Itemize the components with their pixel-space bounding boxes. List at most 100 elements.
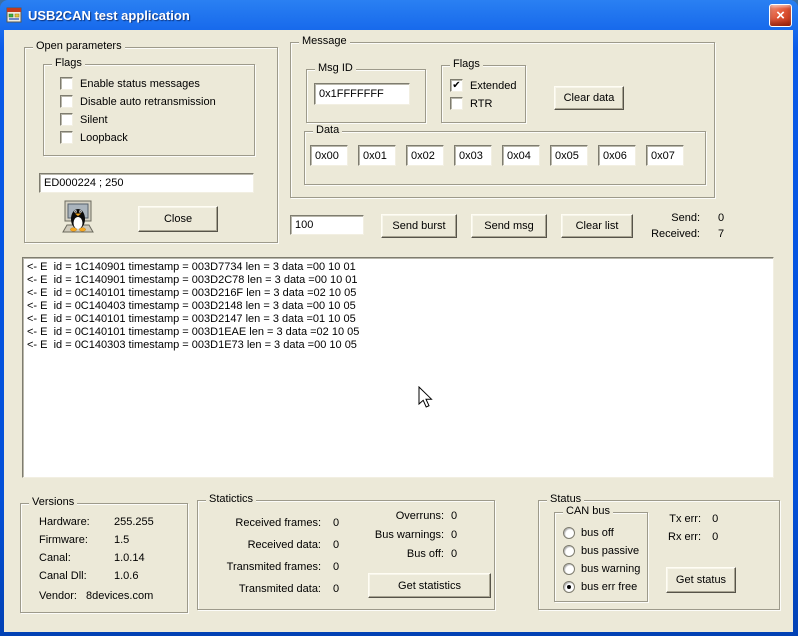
message-list-item[interactable]: <- E id = 0C140403 timestamp = 003D2148 … xyxy=(27,300,769,313)
radio-row-bus-off: bus off xyxy=(563,526,640,539)
can-bus-title: CAN bus xyxy=(563,505,613,518)
message-flags-group: Flags ✔ExtendedRTR xyxy=(441,65,526,123)
disable-auto-retransmission-checkbox[interactable] xyxy=(60,95,73,108)
radio-label: bus err free xyxy=(581,581,637,593)
message-flags-list: ✔Extended RTR xyxy=(450,79,516,115)
message-list-item[interactable]: <- E id = 0C140101 timestamp = 003D216F … xyxy=(27,287,769,300)
title-bar[interactable]: USB2CAN test application × xyxy=(0,0,798,30)
tx-err-value: 0 xyxy=(712,513,718,525)
tx-err-label: Tx err: xyxy=(659,513,701,525)
vendor-value: 8devices.com xyxy=(86,590,153,602)
window-close-button[interactable]: × xyxy=(769,4,792,27)
received-count-value: 7 xyxy=(718,226,724,242)
close-button[interactable]: Close xyxy=(138,206,218,232)
send-counters: Send: 0 Received: 7 xyxy=(608,210,748,242)
message-list[interactable]: <- E id = 1C140901 timestamp = 003D7734 … xyxy=(22,257,774,478)
silent-checkbox[interactable] xyxy=(60,113,73,126)
canbus-radio-list: bus off bus passive bus warning bus err fre… xyxy=(563,526,640,598)
bus-passive-radio[interactable] xyxy=(563,545,575,557)
burst-count-input[interactable] xyxy=(290,215,364,235)
statistics-title: Statictics xyxy=(206,493,256,506)
radio-label: bus passive xyxy=(581,545,639,557)
stat-label: Received data: xyxy=(208,539,321,551)
open-parameters-title: Open parameters xyxy=(33,40,125,53)
app-window: USB2CAN test application × Open paramete… xyxy=(0,0,798,636)
data-byte-input-6[interactable] xyxy=(598,145,636,166)
bus-err-free-radio[interactable] xyxy=(563,581,575,593)
version-label: Firmware: xyxy=(39,534,114,546)
checkbox-row-rtr: RTR xyxy=(450,97,516,110)
get-status-button[interactable]: Get status xyxy=(666,567,736,593)
checkbox-label: Loopback xyxy=(80,132,128,144)
stat-label: Received frames: xyxy=(208,517,321,529)
radio-row-bus-passive: bus passive xyxy=(563,544,640,557)
penguin-icon xyxy=(59,199,97,237)
message-group: Message Msg ID Flags ✔ExtendedRTR Clear … xyxy=(290,42,715,198)
message-list-item[interactable]: <- E id = 1C140901 timestamp = 003D2C78 … xyxy=(27,274,769,287)
message-list-item[interactable]: <- E id = 0C140303 timestamp = 003D1E73 … xyxy=(27,339,769,352)
checkbox-row-extended: ✔Extended xyxy=(450,79,516,92)
version-row: Canal Dll:1.0.6 xyxy=(39,570,181,588)
version-label: Canal Dll: xyxy=(39,570,114,582)
stat-row-bus-warnings-: Bus warnings:0 xyxy=(328,529,457,548)
clear-data-button[interactable]: Clear data xyxy=(554,86,624,110)
send-burst-button[interactable]: Send burst xyxy=(381,214,457,238)
statistics-right-rows: Overruns:0Bus warnings:0Bus off:0 xyxy=(328,510,457,567)
checkbox-label: Silent xyxy=(80,114,108,126)
version-row: Canal:1.0.14 xyxy=(39,552,181,570)
loopback-checkbox[interactable] xyxy=(60,131,73,144)
stat-value: 0 xyxy=(451,529,457,541)
rx-err-value: 0 xyxy=(712,531,718,543)
versions-group: Versions Hardware:255.255Firmware:1.5Can… xyxy=(20,503,188,613)
statistics-left-rows: Received frames:0Received data:0Transmit… xyxy=(208,517,339,605)
radio-row-bus-warning: bus warning xyxy=(563,562,640,575)
data-title: Data xyxy=(313,124,342,137)
stat-row-transmited-frames-: Transmited frames:0 xyxy=(208,561,339,583)
stat-label: Transmited frames: xyxy=(208,561,321,573)
extended-checkbox[interactable]: ✔ xyxy=(450,79,463,92)
open-flags-group: Flags Enable status messagesDisable auto… xyxy=(43,64,255,156)
data-byte-input-1[interactable] xyxy=(358,145,396,166)
open-flags-title: Flags xyxy=(52,57,85,70)
stat-value: 0 xyxy=(451,510,457,522)
message-list-item[interactable]: <- E id = 1C140901 timestamp = 003D7734 … xyxy=(27,261,769,274)
bus-warning-radio[interactable] xyxy=(563,563,575,575)
device-field[interactable] xyxy=(39,173,254,193)
stat-row-bus-off-: Bus off:0 xyxy=(328,548,457,567)
can-bus-group: CAN bus bus offbus passivebus warningbus… xyxy=(554,512,648,602)
enable-status-messages-checkbox[interactable] xyxy=(60,77,73,90)
msg-id-input[interactable] xyxy=(314,83,410,105)
checkbox-label: Disable auto retransmission xyxy=(80,96,216,108)
get-statistics-button[interactable]: Get statistics xyxy=(368,573,491,598)
data-byte-input-3[interactable] xyxy=(454,145,492,166)
data-byte-input-2[interactable] xyxy=(406,145,444,166)
rx-err-label: Rx err: xyxy=(659,531,701,543)
version-row: Firmware:1.5 xyxy=(39,534,181,552)
rtr-checkbox[interactable] xyxy=(450,97,463,110)
error-counters: Tx err: 0 Rx err: 0 xyxy=(659,513,718,549)
message-flags-title: Flags xyxy=(450,58,483,71)
vendor-label: Vendor: xyxy=(39,590,77,602)
stat-label: Overruns: xyxy=(328,510,444,522)
stat-label: Transmited data: xyxy=(208,583,321,595)
message-list-item[interactable]: <- E id = 0C140101 timestamp = 003D2147 … xyxy=(27,313,769,326)
version-value: 1.5 xyxy=(114,534,129,546)
status-group: Status CAN bus bus offbus passivebus war… xyxy=(538,500,780,610)
version-value: 1.0.14 xyxy=(114,552,145,564)
send-count-label: Send: xyxy=(608,210,700,226)
data-byte-input-7[interactable] xyxy=(646,145,684,166)
checkbox-label: RTR xyxy=(470,98,492,110)
checkbox-row-loopback: Loopback xyxy=(60,131,216,144)
message-list-item[interactable]: <- E id = 0C140101 timestamp = 003D1EAE … xyxy=(27,326,769,339)
data-byte-input-4[interactable] xyxy=(502,145,540,166)
send-msg-button[interactable]: Send msg xyxy=(471,214,547,238)
version-label: Canal: xyxy=(39,552,114,564)
data-byte-input-0[interactable] xyxy=(310,145,348,166)
app-icon xyxy=(6,7,22,23)
bus-off-radio[interactable] xyxy=(563,527,575,539)
radio-row-bus-err-free: bus err free xyxy=(563,580,640,593)
version-label: Hardware: xyxy=(39,516,114,528)
data-byte-input-5[interactable] xyxy=(550,145,588,166)
message-title: Message xyxy=(299,35,350,48)
checkbox-row-disable-auto-retransmission: Disable auto retransmission xyxy=(60,95,216,108)
